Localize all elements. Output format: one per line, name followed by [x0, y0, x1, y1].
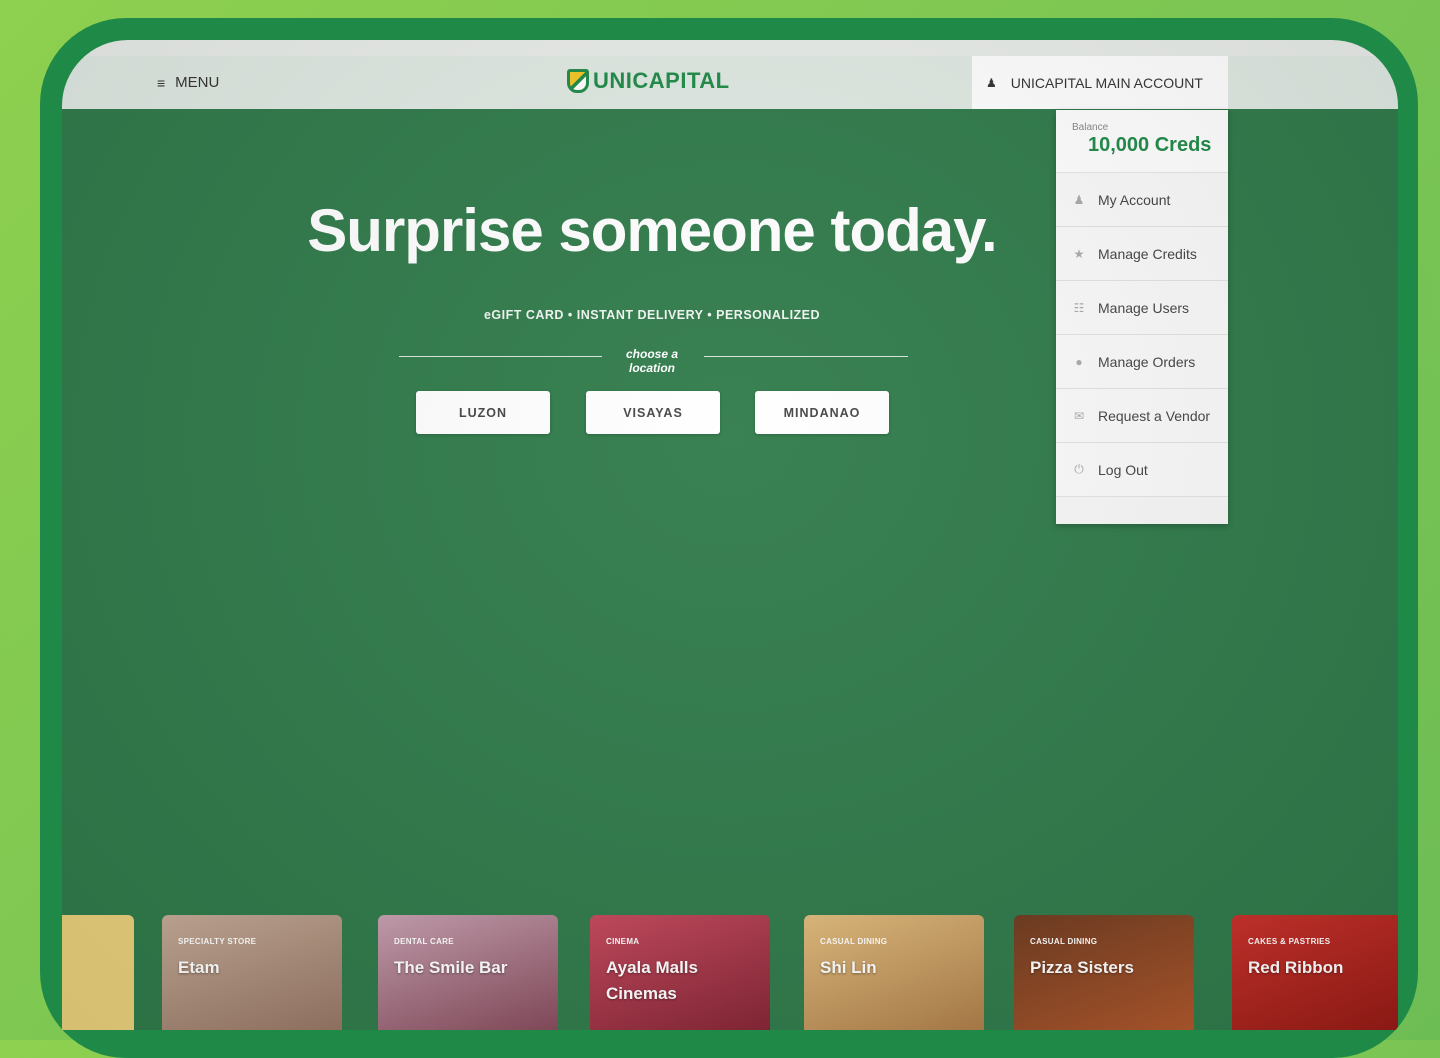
vendor-card-ayala-cinemas[interactable]: CINEMA Ayala Malls Cinemas	[590, 915, 770, 1030]
shield-logo-icon	[567, 69, 589, 93]
menu-button[interactable]: ≡ MENU	[157, 74, 219, 91]
dropdown-item-label: Request a Vendor	[1098, 407, 1211, 424]
hero-subtitle: eGIFT CARD • INSTANT DELIVERY • PERSONAL…	[483, 308, 821, 322]
hamburger-icon: ≡	[157, 74, 166, 91]
vendor-name: Etam	[178, 958, 220, 977]
device-frame: ≡ MENU UNICAPITAL ♟ UNICAPITAL MAIN ACCO…	[40, 18, 1418, 1058]
bookmarks-bar	[62, 40, 1398, 57]
dropdown-item-label: Manage Orders	[1098, 353, 1196, 370]
top-navbar: ≡ MENU UNICAPITAL ♟ UNICAPITAL MAIN ACCO…	[62, 56, 1398, 109]
browser-screen: ≡ MENU UNICAPITAL ♟ UNICAPITAL MAIN ACCO…	[62, 40, 1398, 1030]
vendor-category: CINEMA	[606, 937, 640, 946]
vendor-card-partial[interactable]	[62, 915, 134, 1030]
account-button[interactable]: ♟ UNICAPITAL MAIN ACCOUNT	[972, 56, 1228, 109]
location-button-luzon[interactable]: LUZON	[416, 391, 550, 434]
account-label: UNICAPITAL MAIN ACCOUNT	[1010, 74, 1203, 91]
vendor-category: CASUAL DINING	[820, 937, 888, 946]
menu-label: MENU	[175, 74, 220, 91]
logo-text: UNICAPITAL	[593, 68, 730, 93]
divider-right	[704, 356, 908, 357]
orders-icon: ●	[1075, 354, 1083, 369]
power-icon: ⏻	[1074, 462, 1084, 476]
vendor-name: Shi Lin	[820, 958, 877, 977]
dropdown-item-label: Log Out	[1098, 461, 1148, 478]
vendor-card-red-ribbon[interactable]: CAKES & PASTRIES Red Ribbon	[1232, 915, 1398, 1030]
vendor-category: CAKES & PASTRIES	[1248, 937, 1331, 946]
divider-left	[399, 356, 602, 357]
mail-icon: ✉	[1073, 408, 1085, 423]
dropdown-item-log-out[interactable]: ⏻ Log Out	[1056, 443, 1228, 497]
vendor-name: The Smile Bar	[394, 958, 508, 977]
dropdown-item-request-vendor[interactable]: ✉ Request a Vendor	[1056, 389, 1228, 443]
balance-label: Balance	[1072, 122, 1109, 133]
hero-title: Surprise someone today.	[307, 197, 997, 264]
vendor-card-smile-bar[interactable]: DENTAL CARE The Smile Bar	[378, 915, 558, 1030]
vendor-name: Ayala Malls Cinemas	[606, 958, 698, 1003]
unicapital-logo[interactable]: UNICAPITAL	[567, 68, 730, 94]
user-icon: ♟	[986, 75, 997, 90]
dropdown-item-manage-orders[interactable]: ● Manage Orders	[1056, 335, 1228, 389]
vendor-category: CASUAL DINING	[1030, 937, 1098, 946]
choose-location-label: choose a location	[625, 347, 679, 375]
vendor-name: Red Ribbon	[1248, 958, 1344, 977]
balance-panel: Balance 10,000 Creds	[1056, 110, 1228, 173]
vendor-card-etam[interactable]: SPECIALTY STORE Etam	[162, 915, 342, 1030]
vendor-card-shi-lin[interactable]: CASUAL DINING Shi Lin	[804, 915, 984, 1030]
vendor-card-pizza-sisters[interactable]: CASUAL DINING Pizza Sisters	[1014, 915, 1194, 1030]
vendor-name: Pizza Sisters	[1030, 958, 1134, 977]
location-button-visayas[interactable]: VISAYAS	[586, 391, 720, 434]
balance-value: 10,000 Creds	[1088, 134, 1212, 156]
vendor-category: SPECIALTY STORE	[178, 937, 257, 946]
vendor-category: DENTAL CARE	[394, 937, 454, 946]
location-button-mindanao[interactable]: MINDANAO	[755, 391, 889, 434]
